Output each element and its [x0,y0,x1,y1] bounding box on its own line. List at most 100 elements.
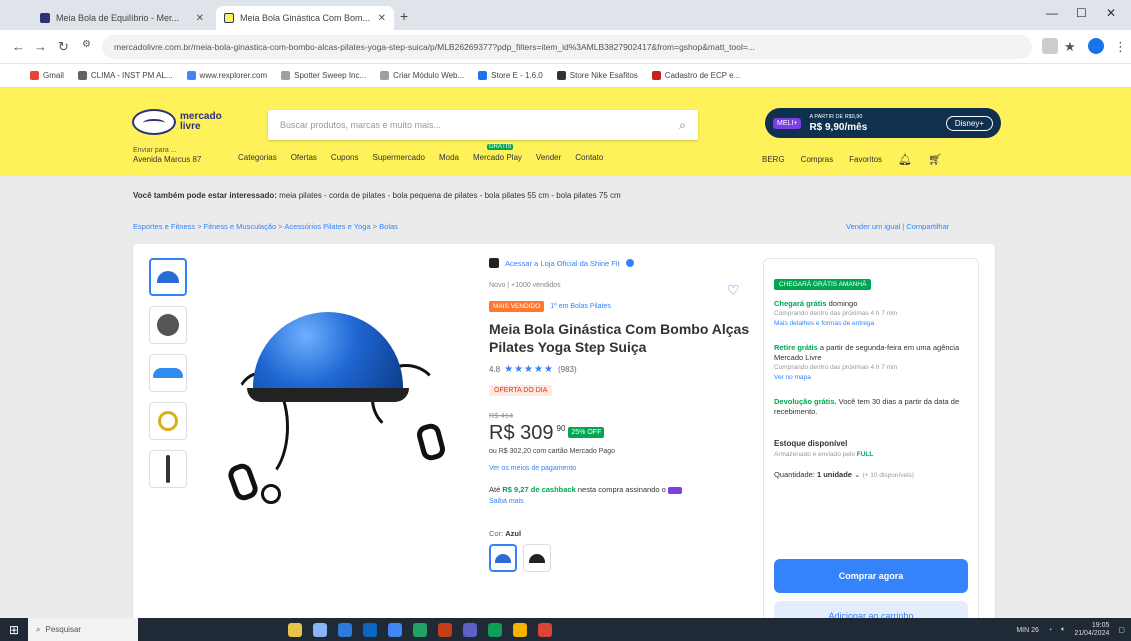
nav-cupons[interactable]: Cupons [331,153,359,162]
thumbnail[interactable] [149,354,187,392]
favicon-icon [40,13,50,23]
bookmark-item[interactable]: Spotter Sweep Inc... [281,71,366,80]
mercadolivre-logo[interactable]: mercado livre [132,108,246,136]
site-info-icon[interactable]: ⚙ [82,39,91,50]
excel-icon[interactable] [413,622,427,637]
thumbnail-list [149,258,189,498]
nav-vender[interactable]: Vender [536,153,561,162]
bookmark-item[interactable]: www.rexplorer.com [186,71,267,80]
app-icon[interactable] [513,622,527,637]
bookmark-item[interactable]: Store Nike Esafitos [556,71,638,80]
explorer-icon[interactable] [338,622,352,637]
window-close-icon[interactable]: ✕ [1106,6,1116,20]
bookmark-item[interactable]: Cadastro de ECP e... [651,71,740,80]
notifications-icon[interactable]: ▢ [1118,626,1125,634]
bookmark-item[interactable]: Gmail [30,71,64,80]
browser-menu-icon[interactable]: ⋮ [1114,39,1127,55]
maximize-icon[interactable]: ☐ [1076,6,1087,20]
app-icon[interactable] [538,622,552,637]
nav-moda[interactable]: Moda [439,153,459,162]
nav-compras[interactable]: Compras [801,155,833,164]
color-swatch-black[interactable] [523,544,551,572]
full-badge: FULL [856,451,874,458]
powerpoint-icon[interactable] [438,622,452,637]
quantity-available: (+ 10 disponíveis) [862,472,914,479]
related-links[interactable]: meia pilates - corda de pilates - bola p… [279,191,621,200]
product-main-image[interactable] [221,284,471,544]
cashback-text: nesta compra assinando o [577,485,666,494]
windows-start-icon[interactable]: ⊞ [0,623,28,637]
stars-icon: ★★★★★ [504,364,554,375]
bookmark-star-icon[interactable]: ★ [1064,39,1076,55]
learn-more-link[interactable]: Saiba mais [489,498,524,505]
thumbnail[interactable] [149,258,187,296]
search-icon[interactable]: ⌕ [679,118,686,133]
category-rank-link[interactable]: 1º em Bolas Pilates [550,303,611,310]
user-menu[interactable]: BERG [762,155,785,164]
url-input[interactable]: mercadolivre.com.br/meia-bola-ginastica-… [102,35,1032,59]
back-icon[interactable]: ← [12,39,25,54]
weather-widget-icon[interactable] [288,622,302,637]
bookmark-icon [651,71,661,80]
thumbnail[interactable] [149,402,187,440]
price: R$ 309 90 25% OFF [489,422,751,445]
buy-now-button[interactable]: Comprar agora [774,559,968,593]
wifi-icon[interactable]: ◔ [1048,627,1052,634]
taskbar-search[interactable]: ⌕ Pesquisar [28,618,138,641]
shipping-details-link[interactable]: Mais detalhes e formas de entrega [774,319,968,329]
clock[interactable]: 19:05 21/04/2024 [1074,622,1109,638]
buy-box: CHEGARÁ GRÁTIS AMANHÃ Chegará grátis dom… [763,258,979,631]
nav-contato[interactable]: Contato [575,153,603,162]
extension-icon[interactable] [1042,38,1058,54]
thumbnail[interactable] [149,450,187,488]
bookmark-item[interactable]: CLIMA - INST PM AL... [77,71,173,80]
bookmark-item[interactable]: Criar Módulo Web... [380,71,464,80]
sell-share-links[interactable]: Vender um igual | Compartilhar [846,222,949,231]
word-icon[interactable] [363,622,377,637]
return-option: Devolução grátis. Você tem 30 dias a par… [774,397,968,417]
reload-icon[interactable]: ↻ [58,39,69,55]
chrome-icon[interactable] [388,622,402,637]
rating-value: 4.8 [489,365,501,374]
color-label: Cor: [489,529,504,538]
thumbnail[interactable] [149,306,187,344]
volume-icon[interactable]: 🔈︎ [1061,626,1065,634]
quantity-selector[interactable]: Quantidade: 1 unidade ⌄ (+ 10 disponívei… [774,470,968,479]
color-swatch-blue[interactable] [489,544,517,572]
bookmark-icon [556,71,566,80]
official-store-link[interactable]: Acessar a Loja Oficial da Shine Fit [489,258,751,268]
weather-status[interactable]: MIN 26 [1016,627,1039,634]
bell-icon[interactable]: 🔔︎ [898,153,912,166]
cart-icon[interactable]: 🛒︎ [928,153,942,166]
task-view-icon[interactable] [313,622,327,637]
search-input[interactable]: Buscar produtos, marcas e muito mais... … [268,110,698,140]
promo-banner[interactable]: MELI+ A PARTIR DE R$9,90 R$ 9,90/mês Dis… [765,108,1001,138]
map-link[interactable]: Ver no mapa [774,373,968,383]
close-icon[interactable]: ✕ [378,13,386,24]
browser-tab[interactable]: Meia Bola de Equilíbrio - Mer... ✕ [32,6,212,30]
nav-supermercado[interactable]: Supermercado [373,153,425,162]
payment-methods-link[interactable]: Ver os meios de pagamento [489,465,751,472]
teams-icon[interactable] [463,622,477,637]
shipping-title: Chegará grátis [774,299,827,308]
tab-title: Meia Bola de Equilíbrio - Mer... [56,13,180,23]
cashback-info: Até R$ 9,27 de cashback nesta compra ass… [489,484,751,507]
new-tab-button[interactable]: + [400,8,408,24]
favorite-heart-icon[interactable]: ♡ [727,282,740,299]
nav-mercado-play[interactable]: Mercado Play [473,144,522,162]
close-icon[interactable]: ✕ [196,13,204,24]
browser-tab-active[interactable]: Meia Bola Ginástica Com Bom... ✕ [216,6,394,30]
minimize-icon[interactable]: — [1046,6,1058,20]
nav-categorias[interactable]: Categorias [238,153,277,162]
forward-icon[interactable]: → [34,39,47,54]
profile-avatar[interactable] [1088,38,1104,54]
app-icon[interactable] [488,622,502,637]
rating[interactable]: 4.8 ★★★★★ (983) [489,364,751,375]
os-taskbar: ⊞ ⌕ Pesquisar MIN 26 ◔ 🔈︎ 19:05 21/04/20… [0,618,1131,641]
delivery-location[interactable]: Enviar para ... Avenida Marcus 87 [133,146,201,164]
bookmark-item[interactable]: Store E - 1.6.0 [478,71,543,80]
nav-favoritos[interactable]: Favoritos [849,155,882,164]
nav-ofertas[interactable]: Ofertas [291,153,317,162]
pump-image [166,455,170,483]
breadcrumb[interactable]: Esportes e Fitness > Fitness e Musculaçã… [133,222,398,231]
